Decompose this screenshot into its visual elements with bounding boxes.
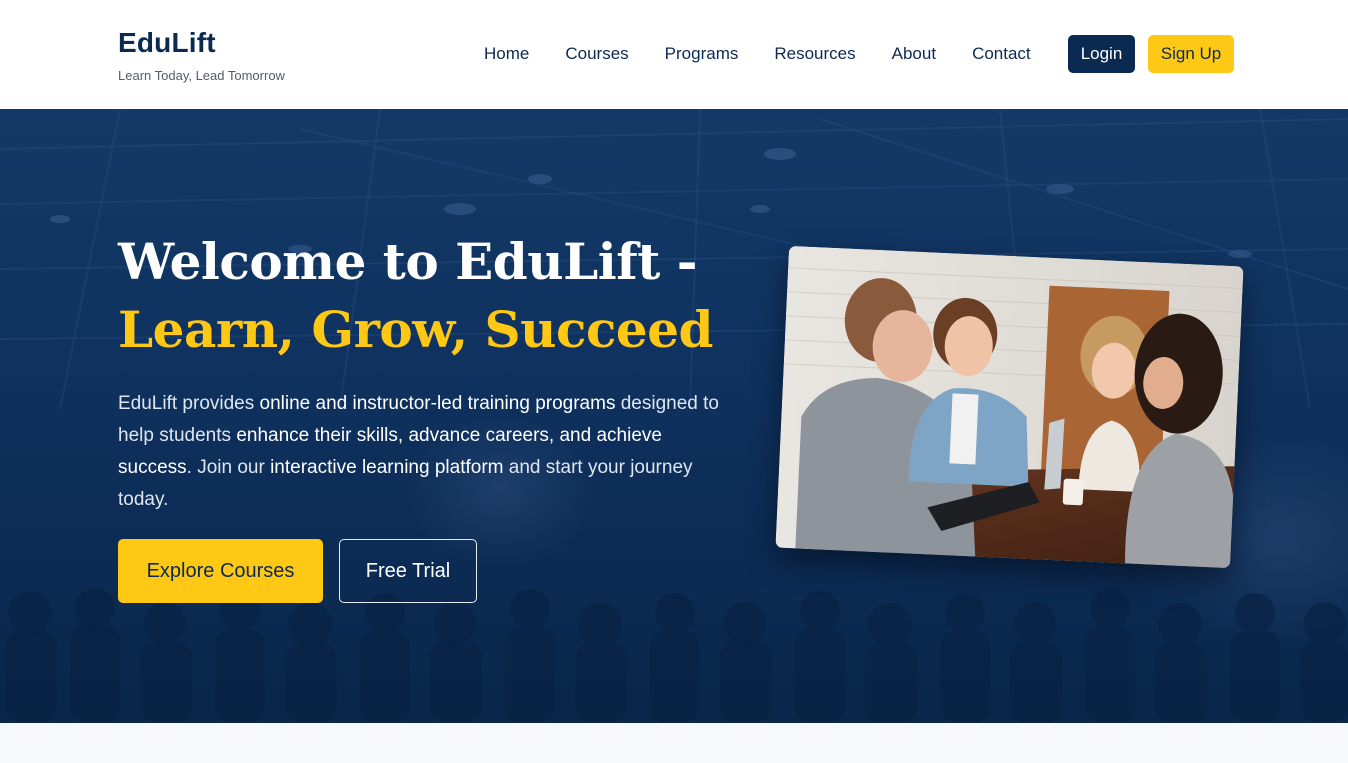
hero-desc-part: . Join our xyxy=(186,457,271,478)
hero-description: EduLift provides online and instructor-l… xyxy=(118,388,738,516)
brand[interactable]: EduLift Learn Today, Lead Tomorrow xyxy=(118,26,285,84)
nav-item-programs[interactable]: Programs xyxy=(665,35,739,73)
login-button[interactable]: Login xyxy=(1068,35,1135,73)
nav-item-about[interactable]: About xyxy=(892,35,936,73)
hero-section: Welcome to EduLift - Learn, Grow, Succee… xyxy=(0,109,1348,723)
hero-photo xyxy=(775,245,1244,569)
nav-item-courses[interactable]: Courses xyxy=(565,35,628,73)
students-collaborating-photo xyxy=(775,245,1244,569)
brand-tagline: Learn Today, Lead Tomorrow xyxy=(118,68,285,83)
next-section xyxy=(0,723,1348,763)
free-trial-button[interactable]: Free Trial xyxy=(339,539,477,603)
signup-button[interactable]: Sign Up xyxy=(1148,35,1234,73)
hero-desc-emphasis: interactive learning platform xyxy=(270,457,504,478)
hero-heading-line1: Welcome to EduLift - xyxy=(118,232,698,291)
main-nav: Home Courses Programs Resources About Co… xyxy=(484,35,1031,73)
explore-courses-button[interactable]: Explore Courses xyxy=(118,539,323,603)
hero-heading-line2: Learn, Grow, Succeed xyxy=(118,300,713,359)
hero-heading: Welcome to EduLift - Learn, Grow, Succee… xyxy=(118,228,713,364)
site-header: EduLift Learn Today, Lead Tomorrow Home … xyxy=(0,0,1348,109)
nav-item-contact[interactable]: Contact xyxy=(972,35,1031,73)
nav-item-resources[interactable]: Resources xyxy=(774,35,855,73)
brand-logo-text[interactable]: EduLift xyxy=(118,26,285,60)
nav-item-home[interactable]: Home xyxy=(484,35,529,73)
hero-desc-part: EduLift provides xyxy=(118,393,260,414)
hero-desc-emphasis: online and instructor-led training progr… xyxy=(259,393,616,414)
